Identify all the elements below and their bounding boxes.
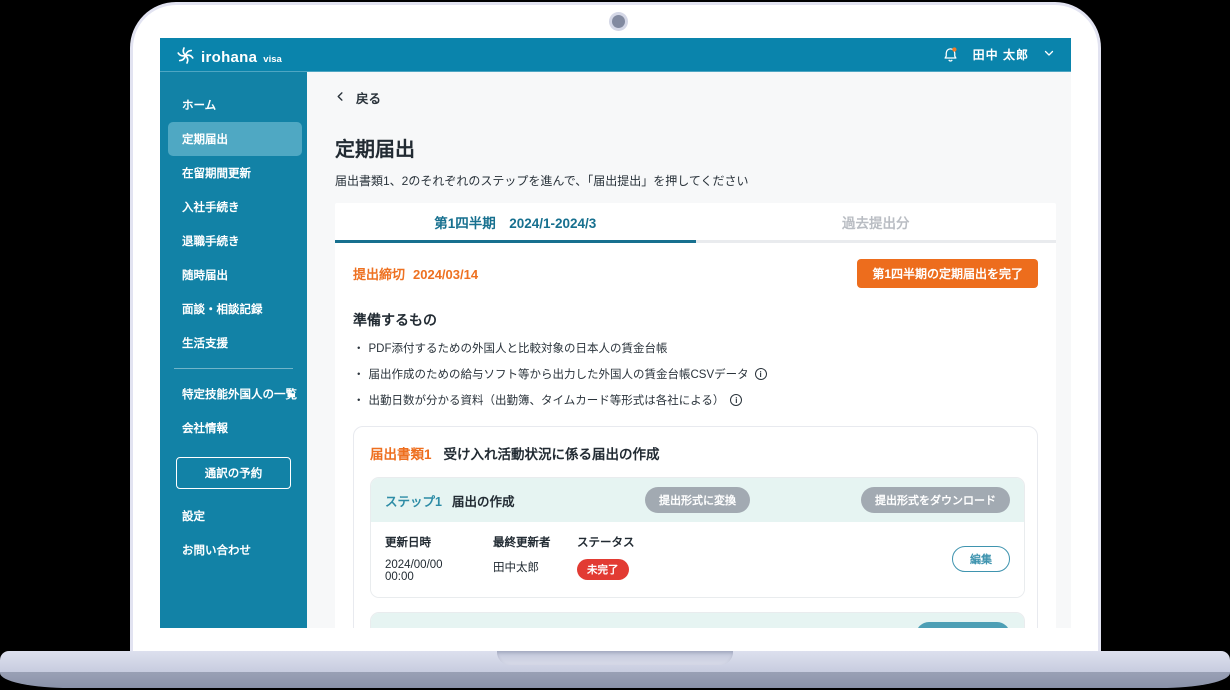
preparation-item: ・ PDF添付するための外国人と比較対象の日本人の賃金台帳: [353, 340, 1038, 356]
main-content: 戻る 定期届出 届出書類1、2のそれぞれのステップを進んで、「届出提出」を押して…: [307, 72, 1071, 628]
topbar: irohana visa 田中 太郎: [160, 38, 1071, 72]
laptop-base: [0, 651, 1230, 672]
step-2-header: ステップ2 賃金台帳原本のアップロード アップロード: [371, 613, 1024, 628]
sidebar-item-mendan-kiroku[interactable]: 面談・相談記録: [160, 292, 307, 326]
sidebar-item-zairyu-koshin[interactable]: 在留期間更新: [160, 156, 307, 190]
convert-format-button[interactable]: 提出形式に変換: [645, 487, 750, 513]
sidebar-item-nyusha[interactable]: 入社手続き: [160, 190, 307, 224]
sidebar-divider: [174, 368, 293, 369]
app-logo[interactable]: irohana visa: [176, 43, 282, 67]
page-description: 届出書類1、2のそれぞれのステップを進んで、「届出提出」を押してください: [335, 172, 1056, 189]
step-1-card: ステップ1 届出の作成 提出形式に変換 提出形式をダウンロード: [370, 477, 1025, 598]
column-header-status: ステータス: [577, 534, 635, 550]
tab-current-quarter[interactable]: 第1四半期 2024/1-2024/3: [335, 203, 696, 243]
pinwheel-logo-icon: [176, 43, 195, 67]
document-1-card: 届出書類1 受け入れ活動状況に係る届出の作成 ステップ1 届出の作成: [353, 426, 1038, 628]
deadline-date: 2024/03/14: [413, 267, 478, 282]
sidebar: ホーム 定期届出 在留期間更新 入社手続き 退職手続き 随時届出 面談・相談記録…: [160, 72, 307, 628]
column-header-updated-at: 更新日時: [385, 534, 471, 550]
chevron-down-icon[interactable]: [1043, 46, 1055, 64]
preparation-item-text: PDF添付するための外国人と比較対象の日本人の賃金台帳: [369, 340, 668, 356]
step-label: ステップ2: [385, 626, 442, 629]
preparation-item: ・ 届出作成のための給与ソフト等から出力した外国人の賃金台帳CSVデータ i: [353, 366, 1038, 382]
interpreter-booking-button[interactable]: 通訳の予約: [176, 457, 291, 489]
laptop-bezel: irohana visa 田中 太郎: [130, 2, 1101, 652]
deadline: 提出締切 2024/03/14: [353, 264, 478, 283]
sidebar-item-contact[interactable]: お問い合わせ: [160, 533, 307, 567]
edit-button[interactable]: 編集: [952, 546, 1010, 572]
sidebar-item-home[interactable]: ホーム: [160, 88, 307, 122]
sidebar-item-seikatsu-shien[interactable]: 生活支援: [160, 326, 307, 360]
app-window: irohana visa 田中 太郎: [160, 38, 1071, 628]
info-icon[interactable]: i: [755, 368, 767, 380]
complete-quarter-button[interactable]: 第1四半期の定期届出を完了: [857, 259, 1038, 288]
sidebar-item-gaikokujin-ichiran[interactable]: 特定技能外国人の一覧: [160, 377, 307, 411]
periodic-report-panel: 第1四半期 2024/1-2024/3 過去提出分 提出締切 2024/03/14…: [335, 203, 1056, 628]
step-2-card: ステップ2 賃金台帳原本のアップロード アップロード: [370, 612, 1025, 628]
sidebar-item-kaisha-joho[interactable]: 会社情報: [160, 411, 307, 445]
step-1-detail: 更新日時 2024/00/00 00:00 最終更新者 田中太郎: [371, 522, 1024, 597]
logo-product: visa: [263, 54, 282, 65]
back-label: 戻る: [356, 88, 381, 107]
download-format-button[interactable]: 提出形式をダウンロード: [861, 487, 1010, 513]
user-menu[interactable]: 田中 太郎: [973, 46, 1029, 63]
preparation-item: ・ 出勤日数が分かる資料（出勤簿、タイムカード等形式は各社による） i: [353, 392, 1038, 408]
step-title: 届出の作成: [452, 491, 515, 510]
preparation-item-text: 出勤日数が分かる資料（出勤簿、タイムカード等形式は各社による）: [369, 392, 725, 408]
status-badge: 未完了: [577, 559, 629, 580]
laptop-camera: [612, 15, 625, 28]
laptop-mockup: irohana visa 田中 太郎: [0, 0, 1230, 690]
chevron-left-icon: [335, 91, 346, 105]
upload-button[interactable]: アップロード: [916, 622, 1010, 628]
logo-wordmark: irohana: [201, 49, 257, 66]
step-1-header: ステップ1 届出の作成 提出形式に変換 提出形式をダウンロード: [371, 478, 1024, 522]
updated-by-value: 田中太郎: [493, 559, 555, 575]
page-title: 定期届出: [335, 133, 1056, 162]
sidebar-item-zuiji-todokede[interactable]: 随時届出: [160, 258, 307, 292]
document-title: 受け入れ活動状況に係る届出の作成: [444, 443, 660, 463]
laptop-base-edge: [0, 672, 1230, 688]
tab-bar: 第1四半期 2024/1-2024/3 過去提出分: [335, 203, 1056, 243]
deadline-label: 提出締切: [353, 267, 405, 282]
back-link[interactable]: 戻る: [335, 88, 395, 107]
sidebar-item-teiki-todokede[interactable]: 定期届出: [168, 122, 302, 156]
column-header-updated-by: 最終更新者: [493, 534, 555, 550]
step-title: 賃金台帳原本のアップロード: [452, 626, 615, 629]
preparation-title: 準備するもの: [353, 310, 1038, 330]
tab-past-submissions[interactable]: 過去提出分: [696, 203, 1057, 243]
notification-bell-icon[interactable]: [942, 46, 959, 63]
sidebar-item-settings[interactable]: 設定: [160, 499, 307, 533]
preparation-item-text: 届出作成のための給与ソフト等から出力した外国人の賃金台帳CSVデータ: [369, 366, 749, 382]
info-icon[interactable]: i: [730, 394, 742, 406]
preparation-section: 準備するもの ・ PDF添付するための外国人と比較対象の日本人の賃金台帳 ・ 届…: [353, 310, 1038, 408]
step-label: ステップ1: [385, 491, 442, 510]
updated-at-value: 2024/00/00 00:00: [385, 559, 471, 583]
sidebar-item-taishoku[interactable]: 退職手続き: [160, 224, 307, 258]
document-badge: 届出書類1: [370, 443, 432, 463]
laptop-notch: [497, 651, 733, 665]
